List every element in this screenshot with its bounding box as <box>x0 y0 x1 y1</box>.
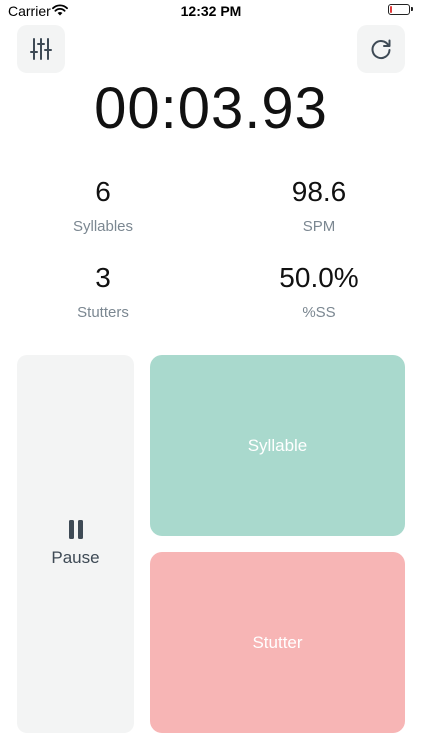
syllable-button[interactable]: Syllable <box>150 355 405 536</box>
reset-button[interactable] <box>357 25 405 73</box>
stat-percent-ss: 50.0% %SS <box>229 262 409 321</box>
stutter-label: Stutter <box>252 632 303 652</box>
syllables-count: 6 <box>95 176 111 207</box>
pause-button[interactable]: Pause <box>17 355 134 733</box>
sliders-icon <box>30 38 52 60</box>
status-bar: Carrier 12:32 PM <box>0 0 422 24</box>
settings-button[interactable] <box>17 25 65 73</box>
stat-spm: 98.6 SPM <box>229 176 409 235</box>
stutter-button[interactable]: Stutter <box>150 552 405 733</box>
syllables-label: Syllables <box>72 218 134 235</box>
elapsed-timer: 00:03.93 <box>94 76 328 141</box>
stat-stutters: 3 Stutters <box>13 262 193 321</box>
stat-syllables: 6 Syllables <box>13 176 193 235</box>
status-time: 12:32 PM <box>180 3 242 19</box>
battery-icon <box>388 4 413 15</box>
stutters-count: 3 <box>95 262 111 293</box>
pause-label: Pause <box>51 548 100 567</box>
pause-icon <box>68 520 83 539</box>
stutters-label: Stutters <box>77 304 129 321</box>
battery-level <box>390 6 392 13</box>
syllable-label: Syllable <box>247 435 308 455</box>
spm-label: SPM <box>302 218 336 235</box>
percent-ss-label: %SS <box>302 304 336 321</box>
spm-value: 98.6 <box>291 176 347 207</box>
percent-ss-value: 50.0% <box>279 262 359 293</box>
refresh-icon <box>371 39 391 59</box>
